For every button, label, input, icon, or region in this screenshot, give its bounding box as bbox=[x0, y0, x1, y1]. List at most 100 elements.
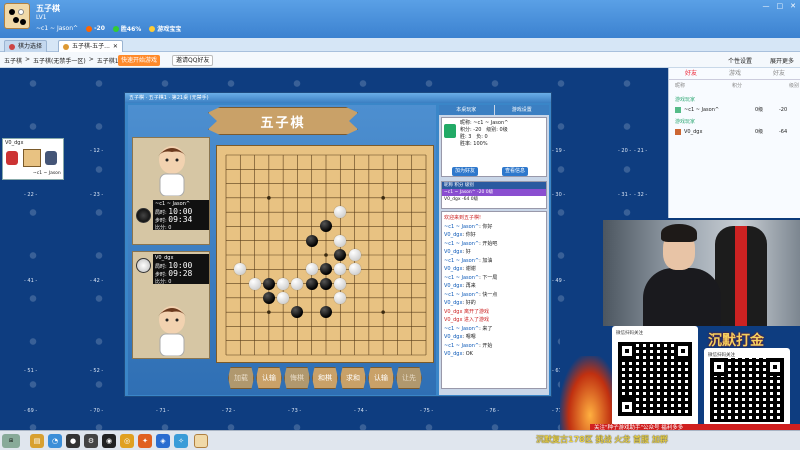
table-number-label: - 73 - bbox=[288, 408, 302, 414]
app-icon[interactable]: ● bbox=[66, 434, 80, 448]
black-stone bbox=[262, 277, 275, 290]
close-button[interactable]: ✕ bbox=[790, 2, 796, 10]
chat-message: V0_dgx: 你好 bbox=[444, 232, 476, 238]
invite-friend-button[interactable]: 邀请QQ好友 bbox=[172, 55, 214, 66]
quick-start-button[interactable]: 快速开始游戏 bbox=[118, 55, 161, 66]
game-board[interactable] bbox=[216, 145, 434, 363]
table-number-label: - 31 - bbox=[618, 192, 632, 198]
personal-settings-link[interactable]: 个性设置 bbox=[728, 56, 752, 65]
score-icon bbox=[86, 25, 93, 32]
user-name[interactable]: LV1 bbox=[36, 14, 47, 21]
undo-button[interactable]: 悔棋 bbox=[284, 367, 310, 389]
list-item[interactable]: ~c1 ~ Jason^ 0级 -20 bbox=[675, 106, 799, 113]
player-avatar-icon bbox=[45, 151, 57, 165]
game-area: 五子棋 ~c1 ~ Jason^ 局时: 10:00 步时: 09:34 比分:… bbox=[128, 105, 436, 395]
player-profile: 昵称: ~c1 ~ Jason^ 积分: -20 级别: 0级 胜: 3 负: … bbox=[441, 117, 547, 177]
streamer-body bbox=[643, 268, 721, 326]
table-number-label: - 32 - bbox=[634, 192, 648, 198]
tab-friends[interactable]: 好友 bbox=[669, 68, 713, 79]
gaming-chair bbox=[715, 226, 767, 326]
list-item[interactable]: V0_dgx 0级 -64 bbox=[675, 128, 799, 135]
level-badge: LV1 bbox=[36, 14, 47, 21]
chat-message: ~c1 ~ Jason^: 开始吧 bbox=[444, 240, 498, 247]
table-number-label: - 76 - bbox=[486, 408, 500, 414]
gift-stat[interactable]: 游戏宝宝 bbox=[149, 24, 181, 33]
view-info-button[interactable]: 查看信息 bbox=[502, 167, 529, 176]
white-stone-bowl-icon bbox=[136, 258, 151, 273]
game-icon[interactable]: ✦ bbox=[138, 434, 152, 448]
white-stone bbox=[277, 291, 290, 304]
scroll-ticker: 沉默复古178区 挑战 火龙 首服 加群 bbox=[536, 435, 668, 444]
rate-stat: 胜46% bbox=[112, 24, 141, 33]
profile-avatar-icon bbox=[444, 124, 456, 138]
tab-games[interactable]: 游戏 bbox=[713, 68, 757, 79]
white-stone bbox=[348, 249, 361, 261]
my-table-name: V0_dgx bbox=[5, 140, 24, 146]
gomoku-taskbar-icon[interactable] bbox=[194, 434, 208, 448]
table-number-label: - 12 - bbox=[90, 148, 104, 154]
expand-more-link[interactable]: 展开更多 bbox=[770, 56, 794, 65]
load-button[interactable]: 加载 bbox=[228, 367, 254, 389]
request-draw-button[interactable]: 求和 bbox=[340, 367, 366, 389]
app-header: 五子棋 LV1 ~c1 ~ Jason^ -20 胜46% 游戏宝宝 — □ ✕ bbox=[0, 0, 800, 38]
table-number-label: - 21 - bbox=[634, 148, 648, 154]
tab-table-players[interactable]: 本桌玩家 bbox=[439, 105, 494, 115]
draw-button[interactable]: 和棋 bbox=[312, 367, 338, 389]
tab-game-settings[interactable]: 游戏设置 bbox=[494, 105, 549, 115]
promo-area: 沉默打金 微信扫码关注 微信扫码关注 关注"种子游戏助手"公众号 福利多多 bbox=[560, 326, 800, 432]
profile-nick: ~c1 ~ Jason^ bbox=[473, 120, 509, 126]
tab-chess-level[interactable]: 棋力选择 bbox=[4, 40, 48, 52]
chat-icon[interactable]: ◈ bbox=[156, 434, 170, 448]
webcam-overlay bbox=[603, 220, 800, 326]
maximize-button[interactable]: □ bbox=[777, 2, 784, 10]
breadcrumb-item[interactable]: 五子棋 bbox=[4, 56, 22, 65]
minimize-button[interactable]: — bbox=[763, 2, 770, 10]
right-panel-tabs: 好友 游戏 好友 bbox=[669, 68, 800, 80]
resign-button[interactable]: 认输 bbox=[256, 367, 282, 389]
browser-icon[interactable]: ◔ bbox=[48, 434, 62, 448]
top-player-panel: ~c1 ~ Jason^ 局时: 10:00 步时: 09:34 比分: 0 bbox=[132, 137, 210, 245]
record-icon[interactable]: ◎ bbox=[120, 434, 134, 448]
table-number-label: - 74 - bbox=[354, 408, 368, 414]
chat-sender: V0_dgx bbox=[444, 351, 463, 357]
camera-icon[interactable]: ◉ bbox=[102, 434, 116, 448]
breadcrumb-item[interactable]: 五子棋1 bbox=[97, 56, 119, 65]
tab-close-icon: ✕ bbox=[112, 42, 118, 50]
table-number-label: - 22 - bbox=[24, 192, 38, 198]
board-grid bbox=[225, 154, 427, 356]
chat-message: V0_dgx: 好的 bbox=[444, 300, 476, 306]
player-list-row[interactable]: V0_dgx -64 0级 bbox=[442, 196, 546, 203]
settings-icon[interactable]: ⚙ bbox=[84, 434, 98, 448]
bottom-player-panel: V0_dgx 局时: 10:00 步时: 09:28 比分: 0 bbox=[132, 251, 210, 359]
chat-sender: ~c1 ~ Jason^ bbox=[444, 291, 480, 298]
table-number-label: - 49 - bbox=[552, 278, 566, 284]
user-label[interactable]: ~c1 ~ Jason^ bbox=[36, 24, 78, 33]
network-icon[interactable]: ✧ bbox=[174, 434, 188, 448]
player-list-row[interactable]: ~c1 ~ Jason^ -20 0级 bbox=[442, 189, 546, 196]
add-friend-button[interactable]: 加为好友 bbox=[452, 167, 479, 176]
chat-log[interactable]: 欢迎来到五子棋! ~c1 ~ Jason^: 你好 V0_dgx: 你好 ~c1 ~ … bbox=[441, 211, 547, 389]
breadcrumb-actions: 个性设置 展开更多 bbox=[728, 56, 794, 65]
start-menu-button[interactable]: ⊞ bbox=[2, 434, 20, 448]
table-number-label: - 23 - bbox=[90, 192, 104, 198]
concede-button[interactable]: 认输 bbox=[368, 367, 394, 389]
breadcrumb-item[interactable]: 五子棋(无禁手一区) bbox=[33, 56, 86, 65]
tab-icon bbox=[63, 43, 69, 50]
black-stone bbox=[262, 291, 275, 304]
tab-gomoku[interactable]: 五子棋-五子... ✕ bbox=[58, 40, 123, 52]
tab-others[interactable]: 好友 bbox=[757, 68, 800, 79]
let-first-button[interactable]: 让先 bbox=[396, 367, 422, 389]
game-window-title: 五子棋 · 五子棋1 · 第21桌 (无禁手) bbox=[125, 93, 551, 103]
chat-message: ~c1 ~ Jason^: 加油 bbox=[444, 257, 493, 264]
table-player-list: 昵称 积分 级别 ~c1 ~ Jason^ -20 0级 V0_dgx -64 … bbox=[441, 181, 547, 209]
my-table-card[interactable]: V0_dgx ~c1 ~ Jason bbox=[2, 138, 64, 180]
user-avatar-icon bbox=[675, 128, 681, 135]
chat-sender: V0_dgx bbox=[444, 334, 463, 340]
folder-icon[interactable]: ▤ bbox=[30, 434, 44, 448]
breadcrumb-bar: 五子棋 > 五子棋(无禁手一区) > 五子棋1 快速开始游戏 邀请QQ好友 个性设置… bbox=[0, 52, 800, 68]
chat-sender: ~c1 ~ Jason^ bbox=[444, 240, 480, 247]
table-number-label: - 70 - bbox=[90, 408, 104, 414]
right-panel: 好友 游戏 好友 昵称 积分 级别 游戏玩家 ~c1 ~ Jason^ 0级 -20… bbox=[668, 68, 800, 218]
chat-sender: V0_dgx bbox=[444, 232, 463, 238]
chat-message: ~c1 ~ Jason^: 你好 bbox=[444, 223, 493, 230]
